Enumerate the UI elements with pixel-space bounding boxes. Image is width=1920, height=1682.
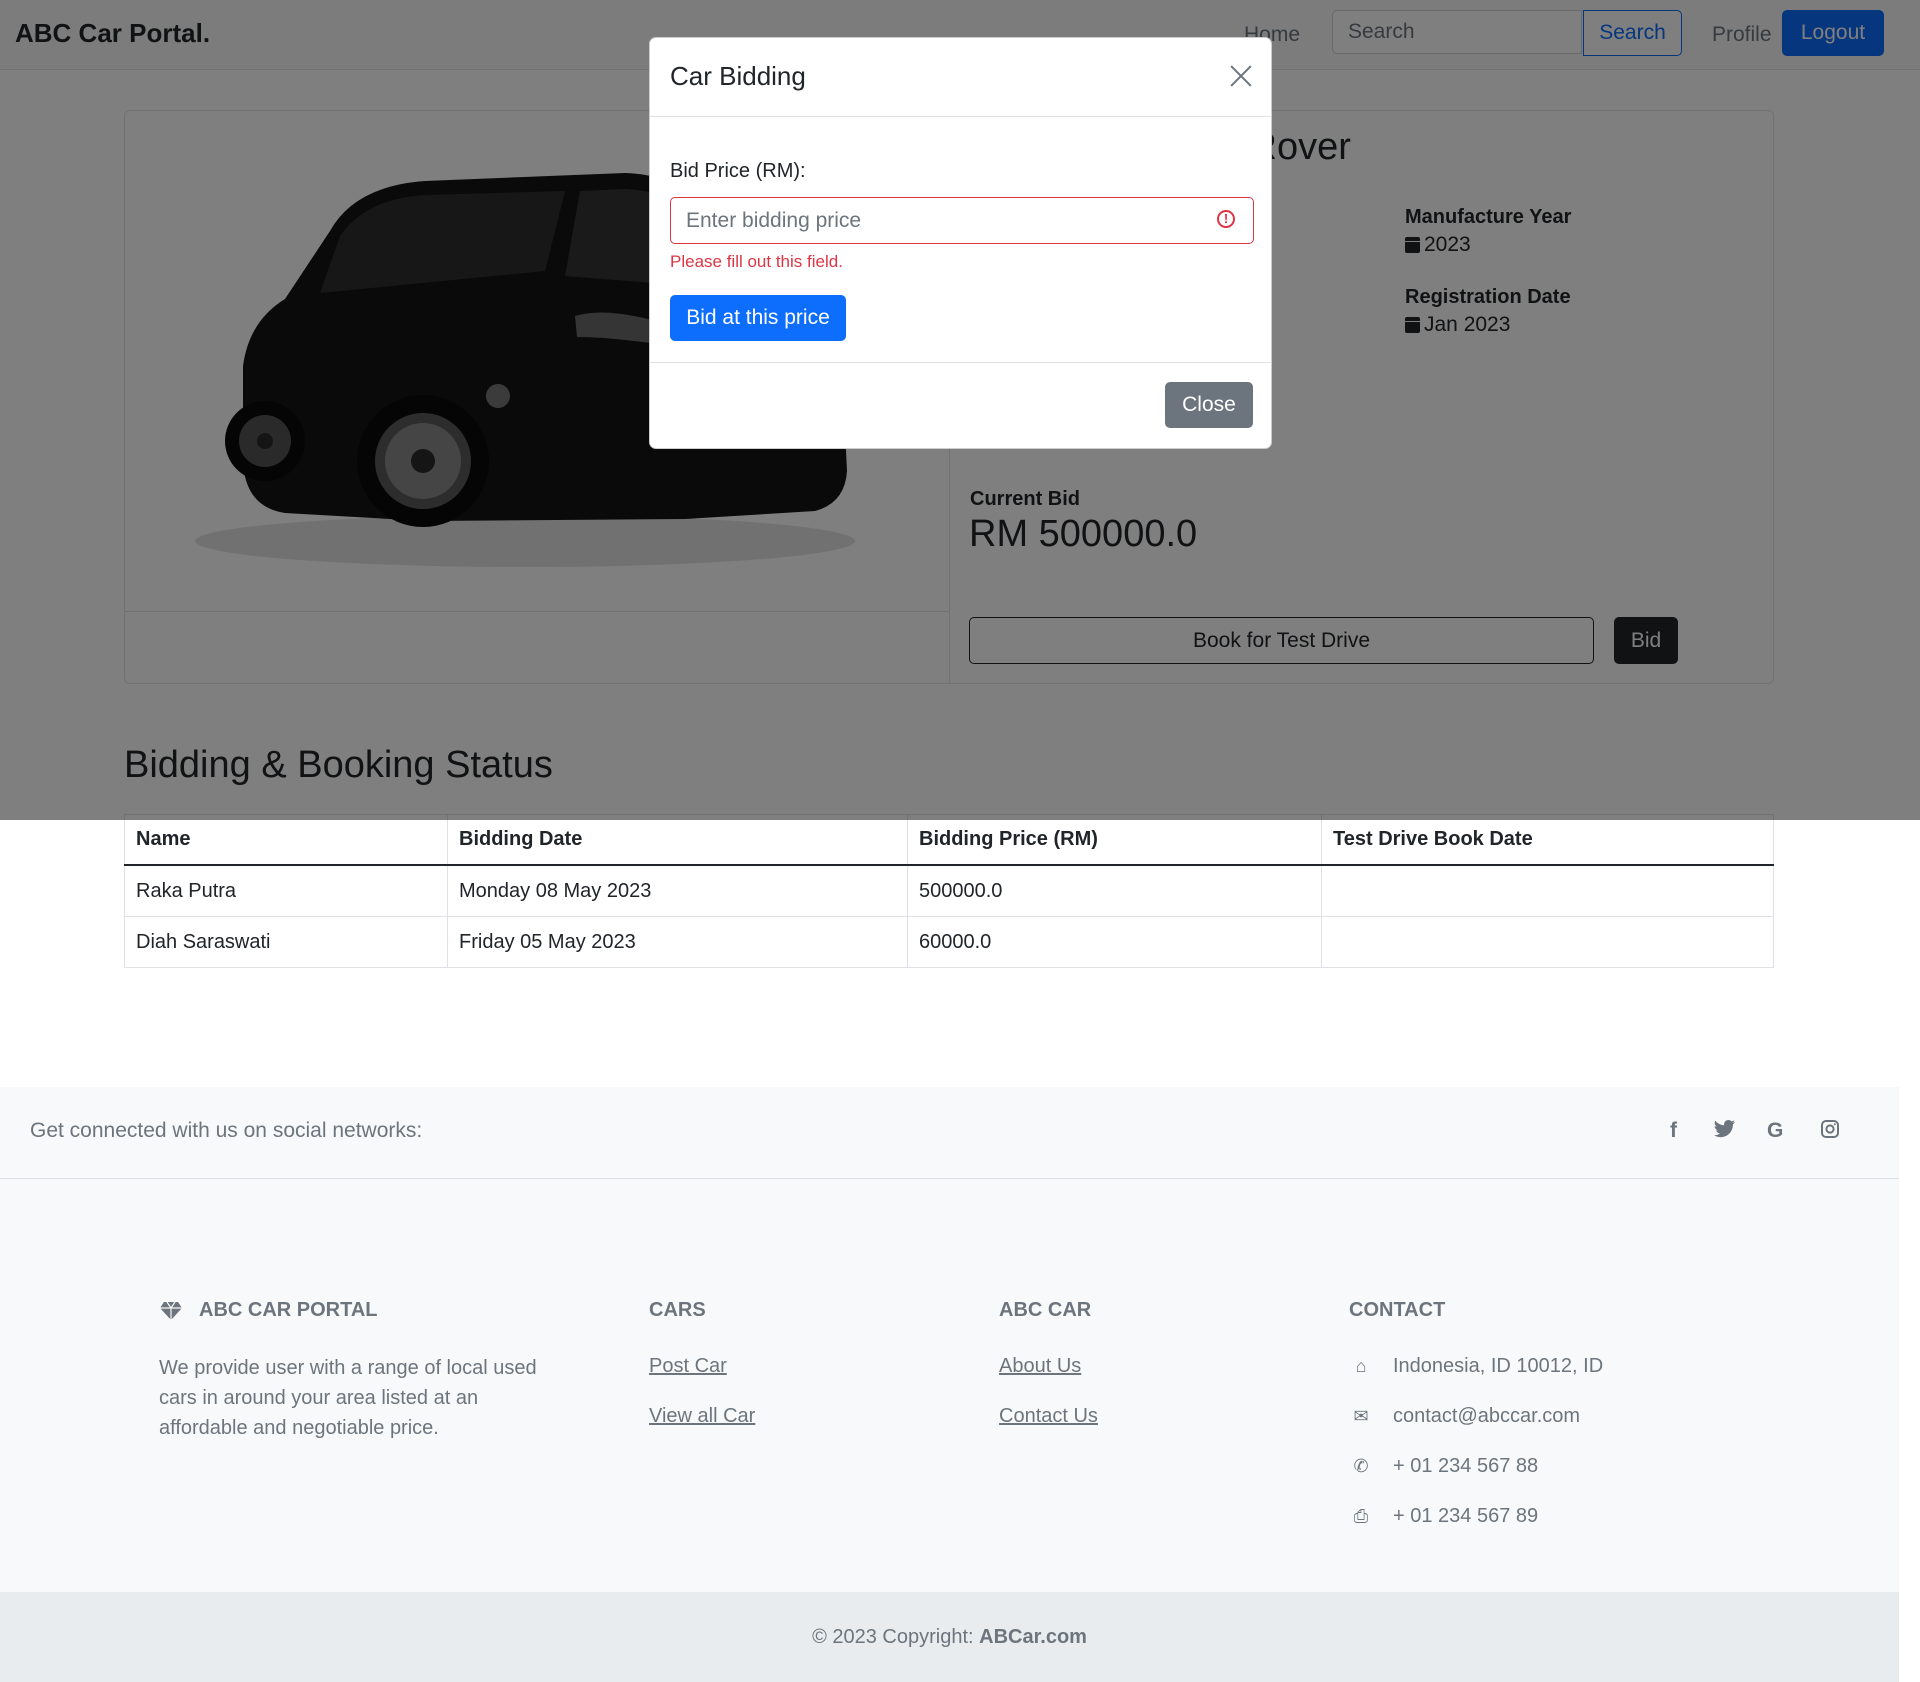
copyright-text: © 2023 Copyright: [812,1626,974,1648]
column-header: Bidding Date [447,814,908,866]
contact-phone: ✆ + 01 234 567 88 [1349,1455,1538,1478]
table-cell: Friday 05 May 2023 [447,916,908,968]
footer-description: We provide user with a range of local us… [159,1357,537,1439]
social-text: Get connected with us on social networks… [30,1119,423,1142]
table-cell [1321,864,1774,917]
abc-car-heading: ABC CAR [999,1299,1092,1321]
modal-title: Car Bidding [670,61,806,91]
table-row: Diah Saraswati Friday 05 May 2023 60000.… [124,916,1774,968]
table-cell: 500000.0 [907,864,1322,917]
table-cell: Monday 08 May 2023 [447,864,908,917]
footer-brand: ABC CAR PORTAL [159,1299,378,1322]
close-icon[interactable] [1227,62,1255,90]
table-header-row: Name Bidding Date Bidding Price (RM) Tes… [124,814,1774,866]
modal-footer-divider [650,362,1271,363]
home-icon: ⌂ [1355,1356,1367,1376]
instagram-icon[interactable] [1820,1119,1840,1145]
table-row: Raka Putra Monday 08 May 2023 500000.0 [124,864,1774,917]
table-cell: Raka Putra [124,864,448,917]
contact-us-link[interactable]: Contact Us [999,1405,1098,1428]
print-icon: ⎙ [1353,1506,1369,1526]
google-icon[interactable]: G [1767,1119,1783,1143]
copyright-link[interactable]: ABCar.com [979,1626,1087,1648]
column-header: Bidding Price (RM) [907,814,1322,866]
close-button[interactable]: Close [1165,382,1253,428]
validation-error: Please fill out this field. [670,252,843,271]
contact-heading: CONTACT [1349,1299,1446,1321]
modal-header: Car Bidding [650,38,1271,117]
contact-email: ✉ contact@abccar.com [1349,1405,1580,1428]
contact-fax: ⎙ + 01 234 567 89 [1349,1505,1538,1528]
envelope-icon: ✉ [1353,1406,1369,1426]
bid-price-label: Bid Price (RM): [670,160,806,182]
bid-price-input[interactable] [670,197,1254,244]
phone-icon: ✆ [1353,1456,1369,1476]
facebook-icon[interactable]: f [1670,1119,1677,1143]
column-header: Name [124,814,448,866]
copyright-bar: © 2023 Copyright: ABCar.com [0,1592,1899,1682]
twitter-icon[interactable] [1714,1119,1736,1145]
social-bar: Get connected with us on social networks… [0,1087,1899,1179]
footer-main: ABC CAR PORTAL We provide user with a ra… [0,1179,1899,1592]
status-table: Name Bidding Date Bidding Price (RM) Tes… [124,814,1774,968]
table-cell: Diah Saraswati [124,916,448,968]
view-all-car-link[interactable]: View all Car [649,1405,755,1428]
contact-address: ⌂ Indonesia, ID 10012, ID [1349,1355,1604,1378]
bid-at-this-price-button[interactable]: Bid at this price [670,295,846,341]
car-bidding-modal: Car Bidding Bid Price (RM): ! Please fil… [649,37,1272,449]
table-cell: 60000.0 [907,916,1322,968]
column-header: Test Drive Book Date [1321,814,1774,866]
error-icon: ! [1217,210,1235,228]
cars-heading: CARS [649,1299,706,1321]
post-car-link[interactable]: Post Car [649,1355,727,1378]
table-cell [1321,916,1774,968]
gem-icon [160,1301,182,1320]
footer-brand-heading: ABC CAR PORTAL [199,1299,378,1321]
about-us-link[interactable]: About Us [999,1355,1081,1378]
